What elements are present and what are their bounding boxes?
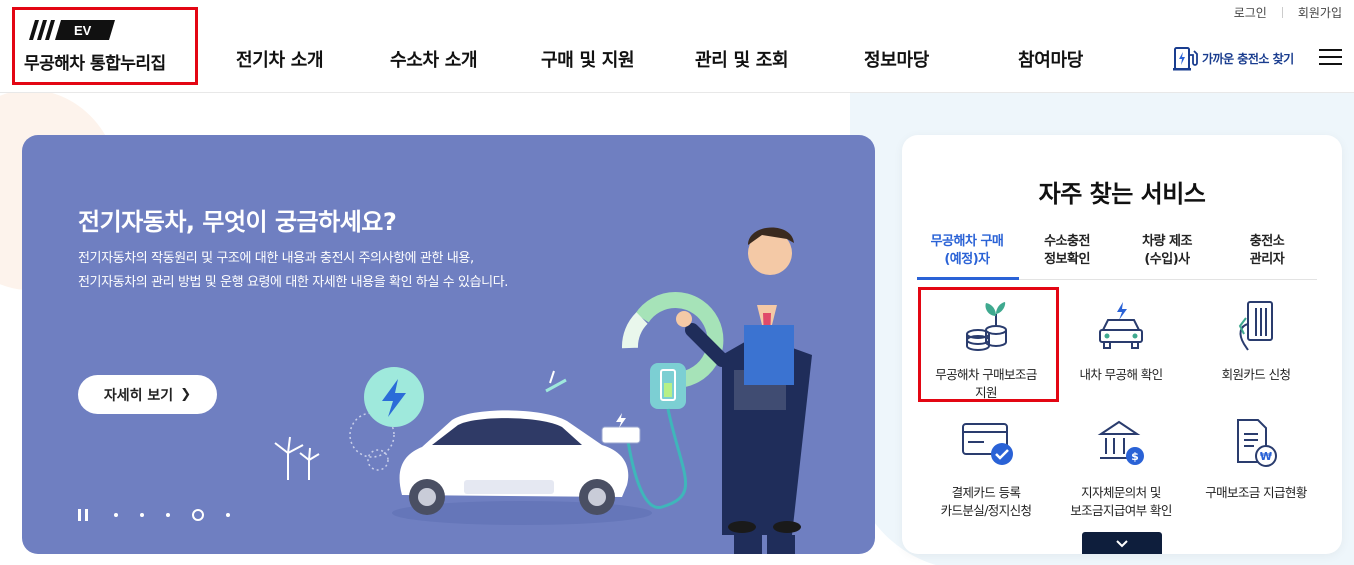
nav-item-manage-lookup[interactable]: 관리 및 조회 (695, 46, 789, 72)
service-label-line: 무공해차 구매보조금 (935, 367, 1037, 382)
wind-turbine-icon (274, 436, 320, 480)
hero-more-button-label: 자세히 보기 (103, 387, 174, 404)
ev-logo-mark-icon: EV (29, 20, 115, 40)
chevron-right-icon: ❯ (180, 387, 192, 402)
tab-label: 차량 제조 (1142, 234, 1192, 249)
service-label-line: 지자체문의처 및 (1081, 485, 1161, 500)
login-link[interactable]: 로그인 (1234, 4, 1267, 21)
nav-item-ev-intro[interactable]: 전기차 소개 (236, 46, 324, 72)
ev-car-icon (1099, 302, 1143, 349)
service-label-line: 카드분실/정지신청 (940, 503, 1032, 518)
tab-label: 수소충전 (1044, 234, 1090, 249)
service-eco-check[interactable]: 내차 무공해 확인 (1056, 300, 1186, 410)
logo-mark-text: EV (74, 23, 92, 38)
service-label-line: 내차 무공해 확인 (1079, 367, 1163, 382)
slide-dot[interactable] (166, 513, 170, 517)
active-tab-indicator (917, 277, 1019, 280)
slide-dot-active[interactable] (192, 509, 204, 521)
hero-description-line: 전기자동차의 작동원리 및 구조에 대한 내용과 충전시 주의사항에 관한 내용… (78, 251, 474, 266)
tab-label: 관리자 (1249, 252, 1285, 267)
service-member-card[interactable]: 회원카드 신청 (1191, 300, 1321, 410)
site-name: 무공해차 통합누리집 (24, 54, 166, 74)
document-won-icon: ₩ (1237, 419, 1277, 467)
site-logo[interactable]: EV 무공해차 통합누리집 (12, 7, 198, 85)
join-link[interactable]: 회원가입 (1298, 4, 1342, 21)
tab-label: (예정)자 (944, 252, 990, 267)
tab-station-manager[interactable]: 충전소 관리자 (1217, 233, 1317, 269)
service-tabs: 무공해차 구매 (예정)자 수소충전 정보확인 차량 제조 (수입)사 충전소 … (917, 233, 1317, 280)
hero-title: 전기자동차, 무엇이 궁금하세요? (78, 208, 397, 236)
charging-station-icon (1173, 47, 1198, 71)
nav-item-participation[interactable]: 참여마당 (1018, 46, 1083, 72)
slide-dot[interactable] (114, 513, 118, 517)
bank-won-icon: $ (1097, 420, 1144, 465)
hero-banner: 전기자동차, 무엇이 궁금하세요? 전기자동차의 작동원리 및 구조에 대한 내… (22, 135, 875, 554)
coins-plant-icon (966, 302, 1007, 351)
tab-hydrogen-info[interactable]: 수소충전 정보확인 (1017, 233, 1117, 269)
page: EV 무공해차 통합누리집 로그인 회원가입 전기차 소개 수소차 소개 구매 … (0, 0, 1354, 565)
menu-icon[interactable] (1319, 49, 1342, 67)
divider (1281, 7, 1283, 18)
tab-label: 정보확인 (1044, 252, 1090, 267)
pause-icon[interactable] (78, 509, 88, 521)
nav-item-purchase-support[interactable]: 구매 및 지원 (541, 46, 635, 72)
service-subsidy-status[interactable]: ₩ 구매보조금 지급현황 (1191, 418, 1321, 528)
frequent-services-panel: 자주 찾는 서비스 무공해차 구매 (예정)자 수소충전 정보확인 차량 제조 … (902, 135, 1342, 554)
slide-dot[interactable] (226, 513, 230, 517)
service-label: 구매보조금 지급현황 (1191, 484, 1321, 502)
member-card-icon (1238, 301, 1273, 351)
slide-dot[interactable] (140, 513, 144, 517)
service-label-line: 결제카드 등록 (951, 485, 1021, 500)
ev-illustration (274, 227, 812, 554)
service-label-line: 구매보조금 지급현황 (1205, 485, 1307, 500)
tab-label: (수입)사 (1144, 252, 1190, 267)
payment-card-check-icon (962, 423, 1013, 465)
service-payment-card[interactable]: 결제카드 등록 카드분실/정지신청 (921, 418, 1051, 528)
panel-title: 자주 찾는 서비스 (1038, 180, 1206, 208)
find-station-label: 가까운 충전소 찾기 (1202, 52, 1294, 66)
service-label-line: 지원 (975, 385, 997, 400)
tab-purchaser[interactable]: 무공해차 구매 (예정)자 (917, 233, 1017, 269)
hero-description: 전기자동차의 작동원리 및 구조에 대한 내용과 충전시 주의사항에 관한 내용… (78, 247, 508, 295)
chevron-down-icon (1116, 539, 1128, 547)
service-subsidy[interactable]: 무공해차 구매보조금 지원 (921, 300, 1051, 410)
service-label-line: 회원카드 신청 (1221, 367, 1291, 382)
service-label-line: 보조금지급여부 확인 (1070, 503, 1172, 518)
utility-links: 로그인 회원가입 (1234, 4, 1342, 21)
tab-label: 충전소 (1249, 234, 1285, 249)
slide-pager (78, 509, 252, 521)
service-label: 내차 무공해 확인 (1056, 366, 1186, 384)
service-label: 결제카드 등록 카드분실/정지신청 (921, 484, 1051, 520)
tab-label: 무공해차 구매 (930, 234, 1004, 249)
nav-item-info[interactable]: 정보마당 (864, 46, 929, 72)
expand-services-button[interactable] (1082, 532, 1162, 554)
nav-item-hydrogen-intro[interactable]: 수소차 소개 (390, 46, 478, 72)
site-header: EV 무공해차 통합누리집 로그인 회원가입 전기차 소개 수소차 소개 구매 … (0, 0, 1354, 93)
svg-text:$: $ (1131, 450, 1139, 463)
presenter-person (676, 227, 812, 554)
hero-description-line: 전기자동차의 관리 방법 및 운행 요령에 대한 자세한 내용을 확인 하실 수… (78, 275, 509, 290)
service-local-gov[interactable]: $ 지자체문의처 및 보조금지급여부 확인 (1056, 418, 1186, 528)
tab-manufacturer[interactable]: 차량 제조 (수입)사 (1117, 233, 1217, 269)
hero-more-button[interactable]: 자세히 보기 ❯ (78, 375, 217, 414)
service-label: 무공해차 구매보조금 지원 (921, 366, 1051, 402)
find-station-button[interactable]: 가까운 충전소 찾기 (1172, 45, 1294, 72)
service-label: 지자체문의처 및 보조금지급여부 확인 (1056, 484, 1186, 520)
svg-text:₩: ₩ (1260, 450, 1272, 463)
service-label: 회원카드 신청 (1191, 366, 1321, 384)
